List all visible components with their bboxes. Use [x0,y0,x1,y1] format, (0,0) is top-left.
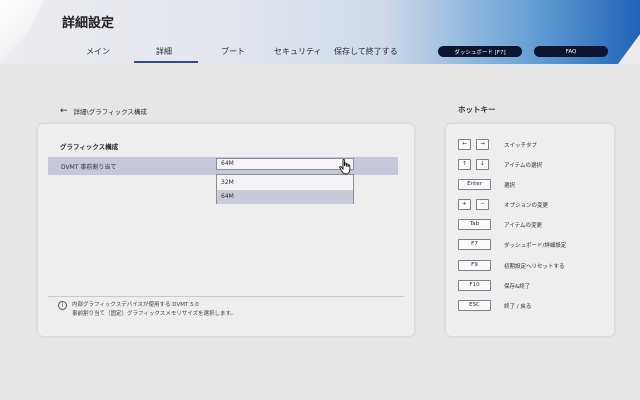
hotkey-desc: 選択 [504,183,516,189]
settings-panel: グラフィックス構成 DVMT 事前割り当て 64M 32M 64M i 内部グラ… [38,124,414,336]
key-plus: + [458,199,471,210]
breadcrumb-text: 詳細\グラフィックス構成 [73,108,147,116]
dropdown-option-64m[interactable]: 64M [217,190,353,204]
dvmt-select[interactable]: 64M [216,158,354,170]
dvmt-dropdown-list: 32M 64M [216,174,354,204]
info-icon: i [58,301,67,310]
help-text-line-1: 内部グラフィックスデバイスが使用する DVMT 5.0 [72,302,199,308]
key-left: ← [458,139,471,150]
key-f9: F9 [458,260,491,271]
header-corner-decoration [0,0,44,64]
hotkey-desc: 初期設定へリセットする [504,264,565,270]
hotkey-desc: アイテムの変更 [504,223,542,229]
tab-boot[interactable]: ブート [221,46,245,57]
hotkey-desc: オプションの変更 [504,203,549,209]
key-f10: F10 [458,280,491,291]
key-down: ↓ [476,159,489,170]
active-tab-indicator [134,61,198,63]
hotkey-row: F9 初期設定へリセットする [458,260,608,272]
tab-save-exit[interactable]: 保存して終了する [334,46,398,57]
tab-main[interactable]: メイン [86,46,110,57]
dashboard-button[interactable]: ダッシュボード [F7] [438,46,522,57]
info-divider [48,296,404,297]
section-title: グラフィックス構成 [60,143,119,151]
hotkey-desc: アイテムの選択 [504,163,542,169]
hotkey-row: Tab アイテムの変更 [458,219,608,231]
page-title: 詳細設定 [62,16,115,31]
hotkey-desc: スイッチタブ [504,143,538,149]
tab-advanced[interactable]: 詳細 [156,46,172,57]
key-right: → [476,139,489,150]
hotkey-row: F10 保存&終了 [458,280,608,292]
hotkey-row: + − オプションの変更 [458,199,608,211]
hotkey-row: ← → スイッチタブ [458,139,608,151]
help-text: 内部グラフィックスデバイスが使用する DVMT 5.0 事前割り当て（固定）グラ… [72,301,236,319]
key-f7: F7 [458,239,491,250]
key-enter: Enter [458,179,491,190]
setting-label: DVMT 事前割り当て [61,164,117,171]
hotkey-row: ↑ ↓ アイテムの選択 [458,159,608,171]
hotkey-row: ESC 終了 / 戻る [458,300,608,312]
hotkey-desc: ダッシュボード/詳細設定 [504,243,567,249]
hand-cursor-icon [339,159,351,175]
hotkey-row: F7 ダッシュボード/詳細設定 [458,239,608,251]
hotkeys-title: ホットキー [458,105,496,114]
key-minus: − [476,199,489,210]
help-text-line-2: 事前割り当て（固定）グラフィックスメモリサイズを選択します。 [72,311,237,317]
header-corner-decoration-right [618,34,640,64]
arrow-left-icon[interactable]: ← [60,107,68,116]
dropdown-option-32m[interactable]: 32M [217,176,353,190]
hotkey-desc: 保存&終了 [504,284,531,290]
hotkey-desc: 終了 / 戻る [504,304,532,310]
breadcrumb: ← 詳細\グラフィックス構成 [60,106,147,117]
tab-security[interactable]: セキュリティ [274,46,322,57]
key-up: ↑ [458,159,471,170]
hotkeys-panel: ← → スイッチタブ ↑ ↓ アイテムの選択 Enter 選択 + − オプショ… [446,124,614,336]
key-esc: ESC [458,300,491,311]
header-bar: 詳細設定 メイン 詳細 ブート セキュリティ 保存して終了する ダッシュボード … [0,0,640,64]
key-tab: Tab [458,219,491,230]
faq-button[interactable]: FAQ [534,46,608,57]
hotkey-row: Enter 選択 [458,179,608,191]
